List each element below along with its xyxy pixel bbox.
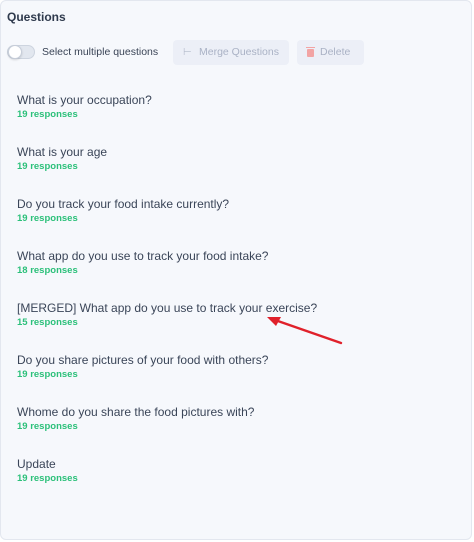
trash-icon bbox=[306, 46, 315, 57]
delete-button[interactable]: Delete bbox=[297, 39, 364, 65]
panel-title: Questions bbox=[7, 10, 66, 24]
question-item[interactable]: What app do you use to track your food i… bbox=[17, 249, 457, 301]
question-text: Do you share pictures of your food with … bbox=[17, 353, 269, 367]
response-count: 19 responses bbox=[17, 473, 78, 484]
response-count: 15 responses bbox=[17, 317, 78, 328]
question-list: What is your occupation? 19 responses Wh… bbox=[17, 93, 457, 509]
select-multiple-toggle[interactable] bbox=[7, 45, 35, 59]
toggle-knob bbox=[8, 45, 22, 59]
question-item[interactable]: What is your age 19 responses bbox=[17, 145, 457, 197]
response-count: 19 responses bbox=[17, 421, 78, 432]
question-item-merged[interactable]: [MERGED] What app do you use to track yo… bbox=[17, 301, 457, 353]
response-count: 18 responses bbox=[17, 265, 78, 276]
question-item[interactable]: Whome do you share the food pictures wit… bbox=[17, 405, 457, 457]
question-text: What app do you use to track your food i… bbox=[17, 249, 269, 263]
question-item[interactable]: Do you track your food intake currently?… bbox=[17, 197, 457, 249]
red-arrow-icon bbox=[267, 317, 343, 345]
merge-icon: ⊢ bbox=[183, 46, 192, 58]
question-text: [MERGED] What app do you use to track yo… bbox=[17, 301, 318, 315]
merge-questions-label: Merge Questions bbox=[199, 46, 279, 58]
question-item[interactable]: Update 19 responses bbox=[17, 457, 457, 509]
response-count: 19 responses bbox=[17, 109, 78, 120]
question-item[interactable]: Do you share pictures of your food with … bbox=[17, 353, 457, 405]
question-text: Update bbox=[17, 457, 56, 471]
response-count: 19 responses bbox=[17, 369, 78, 380]
question-text: What is your age bbox=[17, 145, 108, 159]
select-multiple-label: Select multiple questions bbox=[42, 46, 159, 58]
merge-questions-button[interactable]: ⊢ Merge Questions bbox=[173, 39, 289, 65]
questions-panel: Questions Select multiple questions ⊢ Me… bbox=[0, 0, 472, 540]
question-text: Do you track your food intake currently? bbox=[17, 197, 230, 211]
delete-label: Delete bbox=[320, 46, 351, 58]
response-count: 19 responses bbox=[17, 213, 78, 224]
question-item[interactable]: What is your occupation? 19 responses bbox=[17, 93, 457, 145]
question-text: Whome do you share the food pictures wit… bbox=[17, 405, 255, 419]
response-count: 19 responses bbox=[17, 161, 78, 172]
question-text: What is your occupation? bbox=[17, 93, 152, 107]
toolbar: Select multiple questions ⊢ Merge Questi… bbox=[7, 39, 364, 65]
